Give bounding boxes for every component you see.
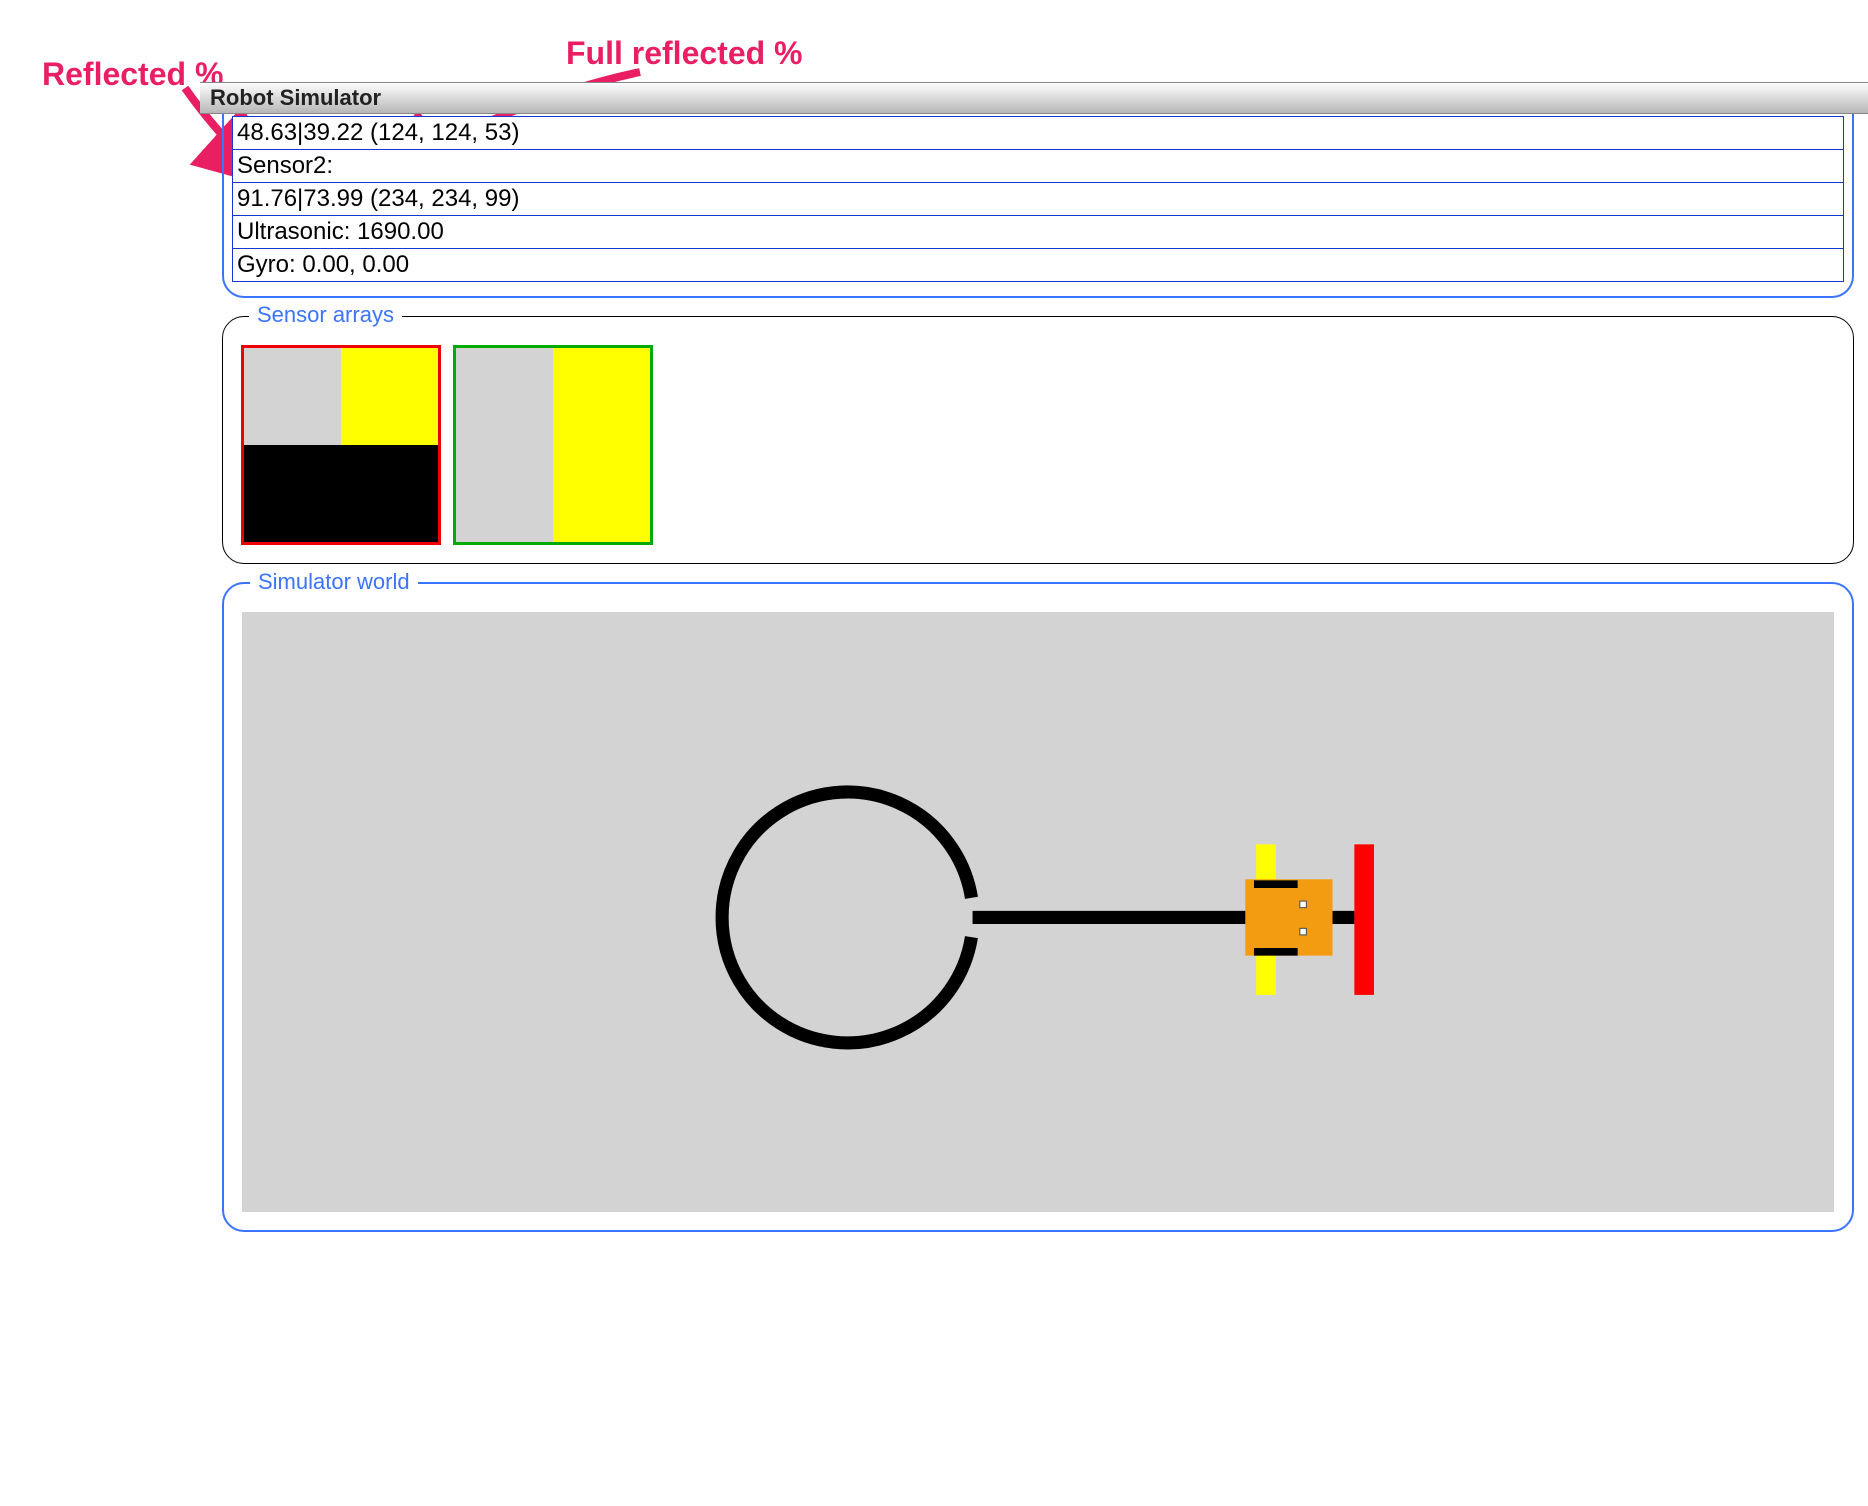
sensor-cell	[244, 348, 341, 445]
robot-sensor-dot	[1300, 901, 1307, 908]
robot-body	[1245, 879, 1332, 955]
robot-red-bar	[1354, 844, 1374, 995]
sensor-arrays-panel: Sensor arrays	[222, 316, 1854, 564]
reading-sensor2-value: 91.76|73.99 (234, 234, 99)	[232, 183, 1844, 216]
simulator-world-legend: Simulator world	[250, 569, 418, 595]
sensor-arrays-legend: Sensor arrays	[249, 302, 402, 328]
sensor-cell	[341, 348, 438, 445]
robot-wheel-top	[1254, 880, 1298, 888]
sensor-cell	[553, 348, 650, 542]
sensor-cell	[244, 445, 438, 542]
sensor-tile-2	[453, 345, 653, 545]
sensor-cell	[456, 348, 553, 542]
simulator-frame: 48.63|39.22 (124, 124, 53) Sensor2: 91.7…	[222, 82, 1854, 1506]
world-svg	[242, 612, 1834, 1212]
sensor-tile-1	[241, 345, 441, 545]
reading-ultrasonic: Ultrasonic: 1690.00	[232, 216, 1844, 249]
robot-wheel-bottom	[1254, 948, 1298, 956]
sensor-readings-panel: 48.63|39.22 (124, 124, 53) Sensor2: 91.7…	[222, 114, 1854, 298]
simulator-world-panel: Simulator world	[222, 582, 1854, 1232]
simulator-world-canvas[interactable]	[242, 612, 1834, 1212]
track-circle	[722, 792, 971, 1043]
reading-gyro: Gyro: 0.00, 0.00	[232, 249, 1844, 282]
reading-sensor2-label: Sensor2:	[232, 150, 1844, 183]
robot-sensor-dot	[1300, 928, 1307, 935]
reading-sensor1-value: 48.63|39.22 (124, 124, 53)	[232, 116, 1844, 150]
